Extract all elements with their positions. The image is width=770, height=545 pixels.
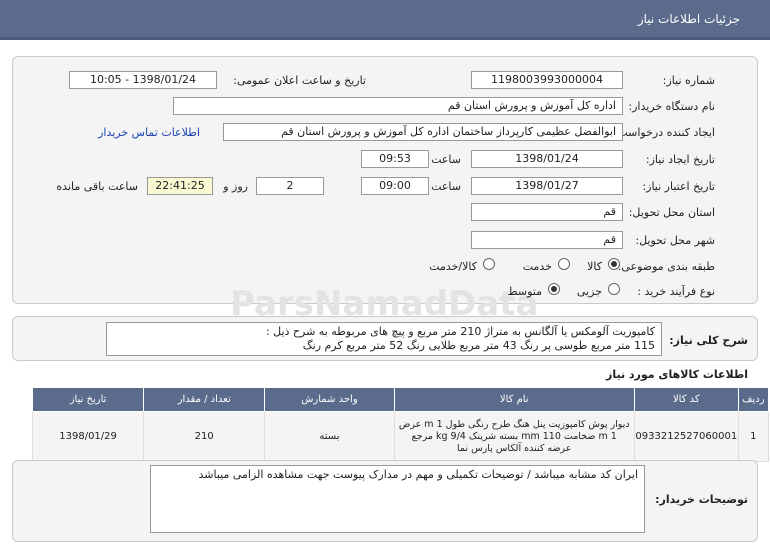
category-radio-service[interactable] bbox=[558, 258, 570, 270]
cell-name: دیوار پوش کامپوزیت پنل هنگ طرح رنگی طول … bbox=[393, 411, 635, 462]
creator-field[interactable]: ابوالفضل عظیمی کارپرداز ساختمان اداره کل… bbox=[223, 123, 623, 141]
items-table: ردیف کد کالا نام کالا واحد شمارش تعداد /… bbox=[31, 387, 770, 462]
category-radio-goods-service[interactable] bbox=[483, 258, 495, 270]
remaining-time-field: 22:41:25 bbox=[147, 177, 213, 195]
buyer-contact-link[interactable]: اطلاعات تماس خریدار bbox=[98, 126, 200, 139]
created-date-field[interactable]: 1398/01/24 bbox=[471, 150, 623, 168]
need-number-field[interactable]: 1198003993000004 bbox=[471, 71, 623, 89]
remaining-days-field[interactable]: 2 bbox=[256, 177, 324, 195]
days-label: روز و bbox=[223, 180, 248, 193]
col-name: نام کالا bbox=[393, 387, 635, 412]
announce-date-label: تاریخ و ساعت اعلان عمومی: bbox=[233, 74, 366, 87]
buyer-org-label: نام دستگاه خریدار: bbox=[628, 100, 715, 113]
col-unit: واحد شمارش bbox=[264, 387, 395, 412]
items-section-title: اطلاعات کالاهای مورد نیاز bbox=[606, 368, 748, 381]
buyer-notes-field: ایران کد مشابه میباشد / توضیحات تکمیلی و… bbox=[150, 465, 645, 533]
buyer-notes-label: توضیحات خریدار: bbox=[655, 493, 748, 506]
need-number-label: شماره نیاز: bbox=[662, 74, 715, 87]
col-date: تاریخ نیاز bbox=[31, 387, 145, 412]
created-time-field[interactable]: 09:53 bbox=[361, 150, 429, 168]
col-row: ردیف bbox=[737, 387, 770, 412]
description-field: کامپوزیت آلومکس یا آلگانس به متراژ 210 م… bbox=[106, 322, 662, 356]
created-time-label: ساعت bbox=[431, 153, 461, 166]
process-radio-minor[interactable] bbox=[608, 283, 620, 295]
validity-date-label: تاریخ اعتبار نیاز: bbox=[642, 180, 715, 193]
items-table-header: ردیف کد کالا نام کالا واحد شمارش تعداد /… bbox=[31, 387, 770, 412]
category-option-goods-service: کالا/خدمت bbox=[429, 260, 477, 273]
buyer-org-field[interactable]: اداره کل آموزش و پرورش استان قم bbox=[173, 97, 623, 115]
page-header: جزئیات اطلاعات نیاز bbox=[0, 0, 770, 40]
city-field[interactable]: قم bbox=[471, 231, 623, 249]
category-option-goods: کالا bbox=[587, 260, 602, 273]
city-label: شهر محل تحویل: bbox=[635, 234, 715, 247]
cell-row: 1 bbox=[737, 411, 770, 462]
cell-date: 1398/01/29 bbox=[31, 411, 145, 462]
category-label: طبقه بندی موضوعی: bbox=[617, 260, 715, 273]
province-field[interactable]: قم bbox=[471, 203, 623, 221]
cell-unit: بسته bbox=[264, 411, 395, 462]
validity-time-field[interactable]: 09:00 bbox=[361, 177, 429, 195]
description-line-1: کامپوزیت آلومکس یا آلگانس به متراژ 210 م… bbox=[265, 325, 655, 338]
category-radio-goods[interactable] bbox=[608, 258, 620, 270]
table-row[interactable]: 1 0933212527060001 دیوار پوش کامپوزیت پن… bbox=[31, 411, 770, 462]
description-line-2: 115 متر مربع طوسی پر رنگ 43 متر مربع طلا… bbox=[302, 339, 655, 352]
announce-date-field[interactable]: 1398/01/24 - 10:05 bbox=[69, 71, 217, 89]
validity-date-field[interactable]: 1398/01/27 bbox=[471, 177, 623, 195]
process-option-medium: متوسط bbox=[507, 285, 542, 298]
page-title: جزئیات اطلاعات نیاز bbox=[637, 12, 740, 26]
province-label: استان محل تحویل: bbox=[628, 206, 715, 219]
cell-qty: 210 bbox=[143, 411, 266, 462]
process-radio-medium[interactable] bbox=[548, 283, 560, 295]
col-qty: تعداد / مقدار bbox=[143, 387, 266, 412]
creator-label: ایجاد کننده درخواست: bbox=[613, 126, 715, 139]
description-label: شرح کلی نیاز: bbox=[669, 334, 748, 347]
col-code: کد کالا bbox=[633, 387, 739, 412]
created-date-label: تاریخ ایجاد نیاز: bbox=[645, 153, 715, 166]
category-option-service: خدمت bbox=[522, 260, 552, 273]
process-option-minor: جزیی bbox=[576, 285, 602, 298]
process-type-label: نوع فرآیند خرید : bbox=[637, 285, 715, 298]
remaining-time-label: ساعت باقی مانده bbox=[56, 180, 138, 193]
cell-code: 0933212527060001 bbox=[633, 411, 739, 462]
validity-time-label: ساعت bbox=[431, 180, 461, 193]
